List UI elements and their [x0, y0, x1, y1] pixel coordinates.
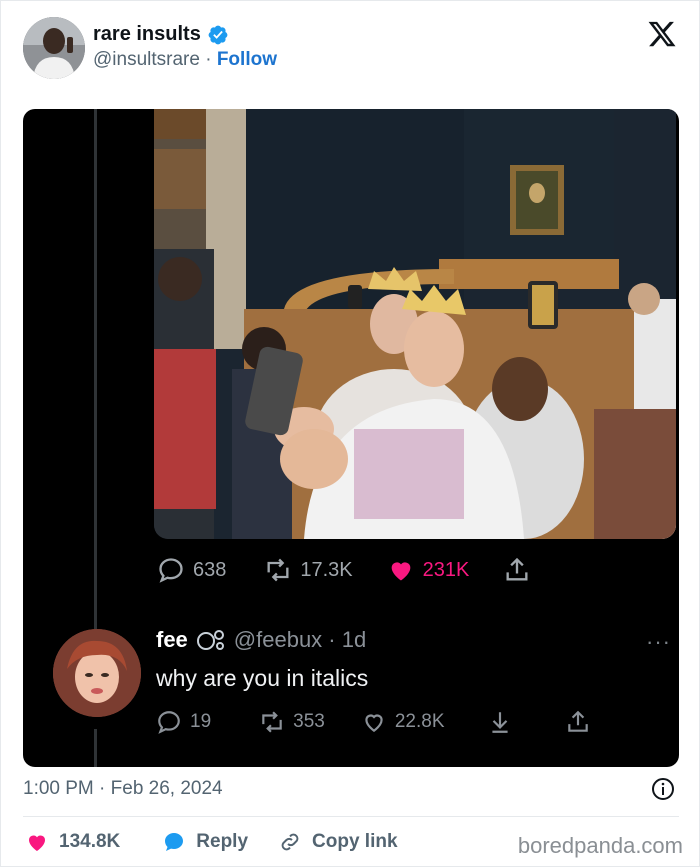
embedded-metrics: 638 17.3K 231K: [157, 553, 577, 587]
embedded-likes-count: 231K: [422, 558, 470, 581]
reply-text: why are you in italics: [156, 665, 369, 691]
author-name-row: rare insults: [93, 23, 229, 46]
reply-retweets[interactable]: 353: [259, 709, 325, 735]
reply-display-name[interactable]: fee: [156, 627, 188, 653]
embedded-reply[interactable]: fee @feebux · 1d ··· why are you in ital…: [53, 625, 673, 755]
link-icon: [281, 833, 299, 851]
share-icon: [506, 557, 528, 581]
embedded-replies-count: 638: [193, 558, 227, 581]
embedded-retweets-count: 17.3K: [300, 558, 353, 581]
author-name[interactable]: rare insults: [93, 23, 201, 46]
author-handle-row: @insultsrare · Follow: [93, 49, 277, 71]
heart-icon: [365, 714, 383, 732]
reply-author: fee @feebux · 1d: [156, 627, 366, 653]
verified-badge-icon: [208, 25, 228, 44]
reply-share[interactable]: [565, 709, 591, 735]
author-handle[interactable]: @insultsrare: [93, 49, 200, 70]
like-count: 134.8K: [59, 831, 121, 852]
author-avatar[interactable]: [23, 17, 85, 79]
reply-label: Reply: [196, 831, 249, 852]
reply-icon: [159, 558, 183, 583]
like-button[interactable]: 134.8K: [25, 830, 120, 854]
embedded-share[interactable]: [503, 556, 531, 584]
embedded-image[interactable]: 638 17.3K 231K fee @feebux · 1d ··· why …: [23, 109, 679, 767]
retweet-icon: [262, 711, 282, 733]
follow-button[interactable]: Follow: [217, 49, 277, 70]
thread-line: [94, 109, 97, 629]
reply-replies-count: 19: [190, 711, 212, 732]
reply-likes-count: 22.8K: [394, 711, 445, 732]
bubbles-emoji-icon: [196, 630, 224, 650]
x-logo-icon[interactable]: [647, 19, 677, 49]
copy-link-label: Copy link: [312, 831, 398, 852]
reply-likes[interactable]: 22.8K: [361, 709, 445, 735]
embedded-retweets[interactable]: 17.3K: [264, 556, 353, 584]
info-icon[interactable]: [651, 777, 675, 801]
embedded-likes[interactable]: 231K: [387, 556, 470, 584]
reply-retweets-count: 353: [293, 711, 325, 732]
reply-handle-time[interactable]: @feebux · 1d: [234, 627, 366, 653]
heart-filled-icon: [391, 562, 410, 581]
download-icon: [491, 712, 508, 733]
heart-filled-icon: [29, 835, 45, 851]
reply-button[interactable]: Reply: [162, 830, 248, 854]
separator-dot: ·: [205, 49, 212, 70]
boredpanda-watermark: boredpanda.com: [517, 833, 683, 858]
reply-bubble-icon: [165, 833, 184, 851]
embedded-replies[interactable]: 638: [157, 556, 226, 584]
tweet-timestamp[interactable]: 1:00 PM · Feb 26, 2024: [23, 778, 223, 800]
reply-icon: [158, 711, 180, 734]
reply-download[interactable]: [487, 709, 513, 735]
tweet-card: rare insults @insultsrare · Follow 638 1…: [0, 0, 700, 867]
copy-link-button[interactable]: Copy link: [278, 830, 398, 854]
selfie-photo: [154, 109, 676, 539]
tweet-actions: 134.8K Reply Copy link: [25, 827, 398, 857]
footer-divider: [23, 816, 679, 817]
retweet-icon: [267, 558, 289, 582]
share-icon: [567, 710, 588, 732]
reply-replies[interactable]: 19: [156, 709, 211, 735]
more-options-icon[interactable]: ···: [646, 629, 671, 655]
reply-avatar[interactable]: [53, 629, 141, 717]
reply-metrics: 19 353 22.8K: [156, 705, 666, 739]
